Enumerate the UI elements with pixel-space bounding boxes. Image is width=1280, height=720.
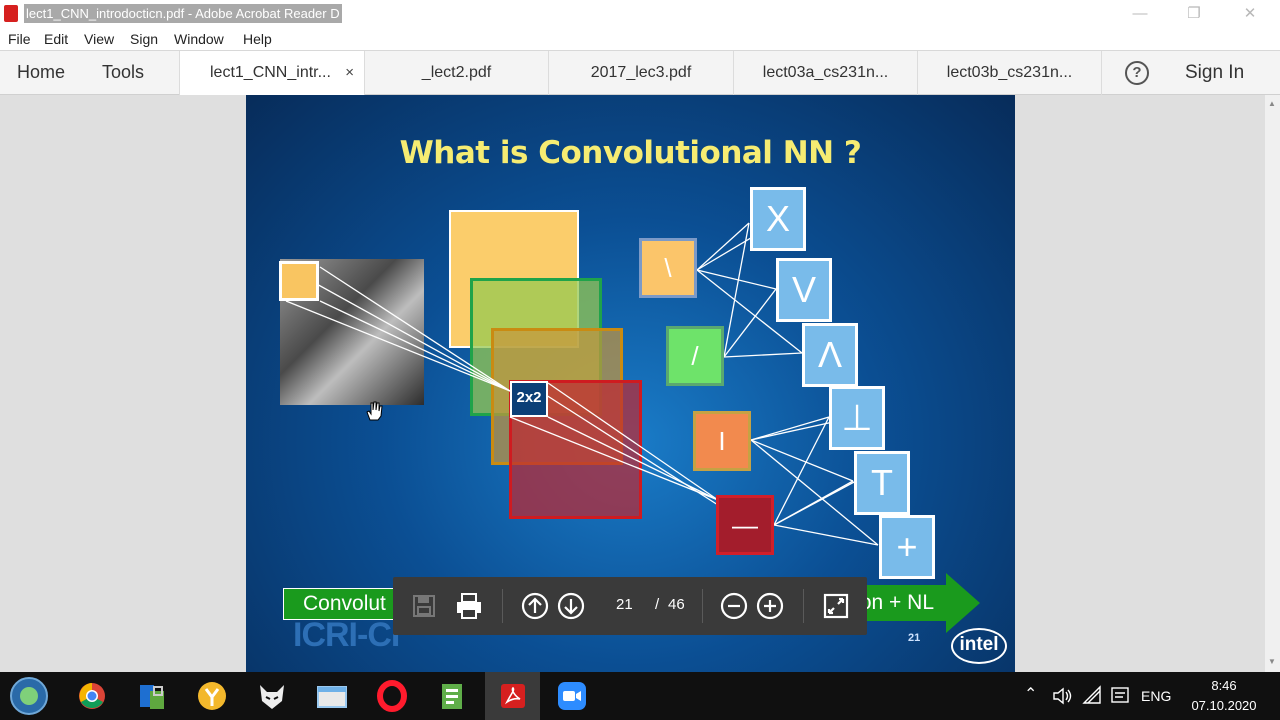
previous-page-icon[interactable] bbox=[520, 591, 550, 621]
save-icon[interactable] bbox=[409, 591, 439, 621]
icri-logo: ICRI-CI bbox=[293, 616, 400, 654]
menu-view[interactable]: View bbox=[84, 31, 114, 47]
tab-lect2[interactable]: _lect2.pdf bbox=[364, 51, 548, 95]
filter-horizontal: — bbox=[716, 495, 774, 555]
security-app-icon[interactable] bbox=[132, 679, 172, 713]
menu-file[interactable]: File bbox=[8, 31, 31, 47]
menu-sign[interactable]: Sign bbox=[130, 31, 158, 47]
fit-page-icon[interactable] bbox=[821, 591, 851, 621]
output-v: V bbox=[776, 258, 832, 322]
taskbar-clock[interactable]: 8:46 07.10.2020 bbox=[1186, 676, 1262, 716]
tab-lect1[interactable]: lect1_CNN_intr... × bbox=[179, 51, 364, 95]
filter-diagonal-forward: / bbox=[666, 326, 724, 386]
toolbar-separator bbox=[702, 589, 703, 623]
ime-icon[interactable] bbox=[1110, 685, 1132, 705]
vertical-scrollbar[interactable]: ▲ ▼ bbox=[1265, 95, 1280, 672]
output-t: T bbox=[854, 451, 910, 515]
close-tab-icon[interactable]: × bbox=[345, 51, 354, 95]
floating-page-toolbar: 21 / 46 bbox=[393, 577, 867, 635]
current-page-field[interactable]: 21 bbox=[616, 596, 633, 613]
sign-in-button[interactable]: Sign In bbox=[1185, 62, 1244, 84]
page-separator: / bbox=[655, 596, 660, 613]
output-x: X bbox=[750, 187, 806, 251]
output-lambda: Λ bbox=[802, 323, 858, 387]
filter-vertical: I bbox=[693, 411, 751, 471]
intel-logo: intel bbox=[951, 628, 1007, 664]
next-page-icon[interactable] bbox=[556, 591, 586, 621]
volume-icon[interactable] bbox=[1052, 686, 1074, 706]
tab-lect03b[interactable]: lect03b_cs231n... bbox=[917, 51, 1102, 95]
slide-page-number: 21 bbox=[908, 632, 921, 644]
output-plus: + bbox=[879, 515, 935, 579]
wifi-icon[interactable] bbox=[1082, 685, 1104, 705]
start-button-icon[interactable] bbox=[8, 676, 50, 716]
patch-2x2-label: 2x2 bbox=[510, 381, 548, 417]
input-patch bbox=[279, 261, 319, 301]
clock-date: 07.10.2020 bbox=[1191, 698, 1257, 713]
tab-lec3[interactable]: 2017_lec3.pdf bbox=[548, 51, 733, 95]
tab-lect03a[interactable]: lect03a_cs231n... bbox=[733, 51, 917, 95]
yandex-app-icon[interactable] bbox=[192, 679, 232, 713]
tools-nav[interactable]: Tools bbox=[102, 62, 144, 83]
taskbar: ⌃ ENG 8:46 07.10.2020 bbox=[0, 672, 1280, 720]
file-explorer-icon[interactable] bbox=[312, 679, 352, 713]
menu-help[interactable]: Help bbox=[243, 31, 272, 47]
acrobat-taskbar-icon bbox=[501, 684, 525, 708]
clock-time: 8:46 bbox=[1211, 678, 1237, 693]
zoom-in-icon[interactable] bbox=[755, 591, 785, 621]
print-icon[interactable] bbox=[454, 591, 484, 621]
minimize-button[interactable]: — bbox=[1112, 0, 1168, 28]
title-bar: lect1_CNN_introdocticn.pdf - Adobe Acrob… bbox=[0, 0, 1280, 28]
scroll-down-icon[interactable]: ▼ bbox=[1268, 657, 1276, 666]
acrobat-taskbar-active[interactable] bbox=[485, 672, 540, 720]
zoom-app-icon[interactable] bbox=[552, 679, 592, 713]
acrobat-app-icon[interactable] bbox=[4, 5, 18, 22]
window-title: lect1_CNN_introdocticn.pdf - Adobe Acrob… bbox=[24, 4, 342, 23]
menu-window[interactable]: Window bbox=[174, 31, 224, 47]
close-button[interactable]: ✕ bbox=[1222, 0, 1278, 28]
output-perp: ⊥ bbox=[829, 386, 885, 450]
home-nav[interactable]: Home bbox=[17, 62, 65, 83]
help-icon[interactable]: ? bbox=[1125, 61, 1149, 85]
scroll-up-icon[interactable]: ▲ bbox=[1268, 99, 1276, 108]
fox-app-icon[interactable] bbox=[252, 679, 292, 713]
tray-expand-icon[interactable]: ⌃ bbox=[1024, 684, 1037, 704]
toolbar-separator bbox=[502, 589, 503, 623]
total-pages: 46 bbox=[668, 596, 685, 613]
opera-app-icon[interactable] bbox=[372, 679, 412, 713]
chrome-app-icon[interactable] bbox=[72, 679, 112, 713]
language-indicator[interactable]: ENG bbox=[1141, 688, 1171, 704]
filter-diagonal-back: \ bbox=[639, 238, 697, 298]
tab-bar: Home Tools lect1_CNN_intr... × _lect2.pd… bbox=[0, 51, 1280, 95]
zoom-out-icon[interactable] bbox=[719, 591, 749, 621]
hand-cursor-icon bbox=[366, 401, 383, 421]
tab-label: lect1_CNN_intr... bbox=[210, 64, 331, 81]
toolbar-separator bbox=[803, 589, 804, 623]
editor-app-icon[interactable] bbox=[432, 679, 472, 713]
menu-edit[interactable]: Edit bbox=[44, 31, 68, 47]
maximize-button[interactable]: ❐ bbox=[1166, 0, 1222, 28]
menu-bar: File Edit View Sign Window Help bbox=[0, 28, 1280, 51]
